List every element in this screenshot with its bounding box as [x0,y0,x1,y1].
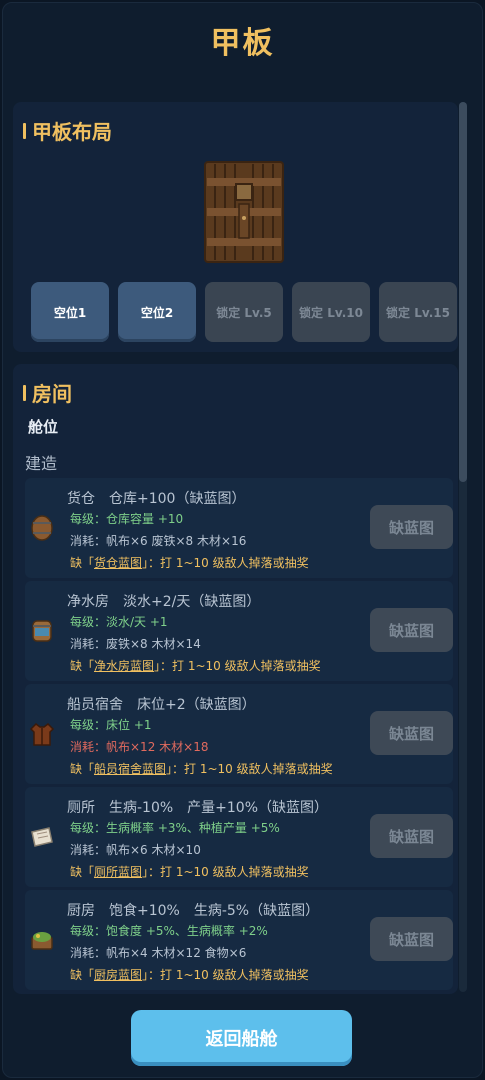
room-missing-blueprint: 缺「厨房蓝图」：打 1~10 级敌人掉落或抽奖 [70,968,309,982]
barrel-icon [31,515,53,541]
room-cost: 消耗：帆布×4 木材×12 食物×6 [70,946,247,960]
scrollbar[interactable] [459,102,467,992]
return-to-cabin-button[interactable]: 返回船舱 [131,1010,352,1066]
room-cost: 消耗：帆布×6 废铁×8 木材×16 [70,534,247,548]
missing-blueprint-button[interactable]: 缺蓝图 [370,814,453,858]
deck-slots: 空位1 空位2 锁定 Lv.5 锁定 Lv.10 锁定 Lv.15 [31,282,457,342]
room-missing-blueprint: 缺「厕所蓝图」：打 1~10 级敌人掉落或抽奖 [70,865,309,879]
heading-marker [23,384,26,401]
deck-layout-panel: 甲板布局 空位1 空位2 锁定 Lv.5 锁定 Lv.10 锁定 Lv.15 [13,102,458,352]
room-missing-blueprint: 缺「船员宿舍蓝图」：打 1~10 级敌人掉落或抽奖 [70,762,333,776]
room-level-effect: 每级：仓库容量 +10 [70,512,184,526]
missing-blueprint-button[interactable]: 缺蓝图 [370,711,453,755]
deck-door-icon [204,161,284,263]
rooms-heading-text: 房间 [32,382,72,406]
vest-icon [29,723,55,746]
room-title: 厕所 生病-10% 产量+10%（缺蓝图） [67,800,329,816]
deck-layout-heading: 甲板布局 [23,116,112,145]
missing-blueprint-button[interactable]: 缺蓝图 [370,505,453,549]
room-cost: 消耗：废铁×8 木材×14 [70,637,201,651]
room-level-effect: 每级：饱食度 +5%、生病概率 +2% [70,924,268,938]
room-missing-blueprint: 缺「货仓蓝图」：打 1~10 级敌人掉落或抽奖 [70,556,309,570]
room-level-effect: 每级：淡水/天 +1 [70,615,168,629]
room-cost: 消耗：帆布×12 木材×18 [70,740,209,754]
deck-layout-heading-text: 甲板布局 [32,120,112,144]
deck-slot-locked-lv15[interactable]: 锁定 Lv.15 [379,282,457,342]
room-title: 净水房 淡水+2/天（缺蓝图） [67,594,261,610]
room-card-toilet: 厕所 生病-10% 产量+10%（缺蓝图） 每级：生病概率 +3%、种植产量 +… [25,787,453,887]
deck-slot-1[interactable]: 空位1 [31,282,109,342]
room-card-crew-quarters: 船员宿舍 床位+2（缺蓝图） 每级：床位 +1 消耗：帆布×12 木材×18 缺… [25,684,453,784]
scroll-icon [31,827,53,847]
berth-label: 舱位 [28,418,59,436]
build-label: 建造 [25,454,58,473]
room-title: 船员宿舍 床位+2（缺蓝图） [67,697,256,713]
room-card-cargo: 货仓 仓库+100（缺蓝图） 每级：仓库容量 +10 消耗：帆布×6 废铁×8 … [25,478,453,578]
heading-marker [23,122,26,139]
room-title: 货仓 仓库+100（缺蓝图） [67,491,246,507]
deck-slot-locked-lv10[interactable]: 锁定 Lv.10 [292,282,370,342]
room-title: 厨房 饱食+10% 生病-5%（缺蓝图） [67,903,320,919]
rooms-panel: 房间 舱位 建造 货仓 仓库+100（缺蓝图） 每级：仓库容量 +10 消耗：帆… [13,364,458,994]
room-card-kitchen: 厨房 饱食+10% 生病-5%（缺蓝图） 每级：饱食度 +5%、生病概率 +2%… [25,890,453,990]
room-card-water: 净水房 淡水+2/天（缺蓝图） 每级：淡水/天 +1 消耗：废铁×8 木材×14… [25,581,453,681]
deck-slot-2[interactable]: 空位2 [118,282,196,342]
water-barrel-icon [32,620,52,642]
missing-blueprint-button[interactable]: 缺蓝图 [370,917,453,961]
page-title: 甲板 [210,26,275,61]
planter-icon [31,932,53,950]
missing-blueprint-button[interactable]: 缺蓝图 [370,608,453,652]
room-level-effect: 每级：床位 +1 [70,718,152,732]
room-missing-blueprint: 缺「净水房蓝图」：打 1~10 级敌人掉落或抽奖 [70,659,321,673]
deck-slot-locked-lv5[interactable]: 锁定 Lv.5 [205,282,283,342]
room-level-effect: 每级：生病概率 +3%、种植产量 +5% [70,821,280,835]
scrollbar-thumb[interactable] [459,102,467,482]
rooms-heading: 房间 [23,378,72,407]
room-cost: 消耗：帆布×6 木材×10 [70,843,201,857]
